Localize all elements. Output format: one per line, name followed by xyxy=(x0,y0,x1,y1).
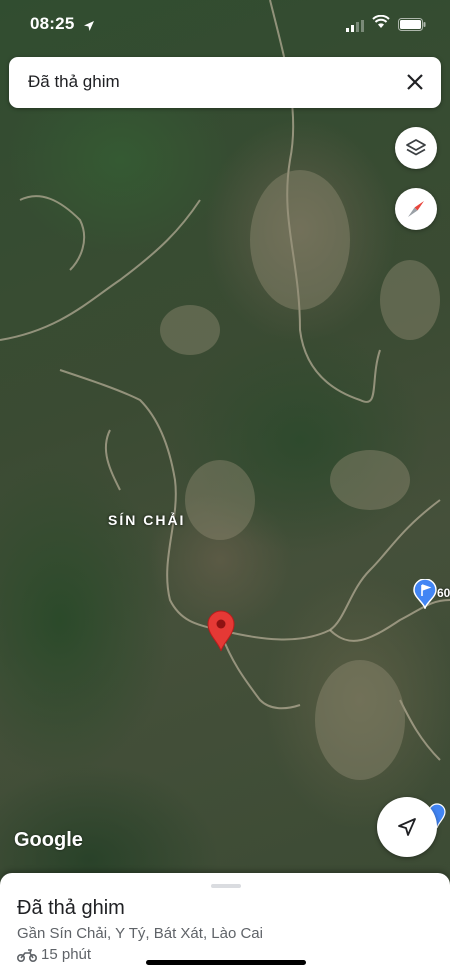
motorbike-icon xyxy=(17,948,37,962)
travel-time-value: 15 phút xyxy=(41,946,92,963)
place-label: SÍN CHẢI xyxy=(108,512,186,528)
battery-icon xyxy=(398,16,426,36)
dropped-pin[interactable] xyxy=(205,610,237,657)
map-pin-icon xyxy=(207,610,235,652)
google-logo: Google xyxy=(14,829,83,851)
sheet-handle[interactable] xyxy=(211,884,241,888)
flag-marker-icon xyxy=(413,578,437,611)
my-location-button[interactable] xyxy=(377,797,437,857)
home-indicator xyxy=(146,960,306,965)
place-bottom-sheet[interactable]: Đã thả ghim Gần Sín Chải, Y Tý, Bát Xát,… xyxy=(0,873,450,974)
wifi-icon xyxy=(372,14,390,34)
layers-button[interactable] xyxy=(395,127,437,169)
navigation-arrow-icon xyxy=(398,818,416,836)
compass-button[interactable] xyxy=(395,188,437,230)
status-time: 08:25 xyxy=(30,14,75,33)
place-address: Gần Sín Chải, Y Tý, Bát Xát, Lào Cai xyxy=(17,925,263,942)
layers-icon xyxy=(406,139,426,156)
flag-marker-label: 60 xyxy=(437,586,450,600)
signal-icon xyxy=(346,17,364,37)
flag-marker[interactable] xyxy=(413,578,437,614)
travel-time: 15 phút xyxy=(17,946,91,963)
close-button[interactable] xyxy=(401,68,429,96)
status-bar: 08:25 xyxy=(0,0,450,46)
compass-icon xyxy=(408,201,424,217)
search-query[interactable]: Đã thả ghim xyxy=(28,72,120,92)
close-icon xyxy=(407,74,423,90)
place-title: Đã thả ghim xyxy=(17,897,125,919)
search-bar[interactable]: Đã thả ghim xyxy=(9,57,441,108)
location-arrow-icon xyxy=(83,17,95,37)
